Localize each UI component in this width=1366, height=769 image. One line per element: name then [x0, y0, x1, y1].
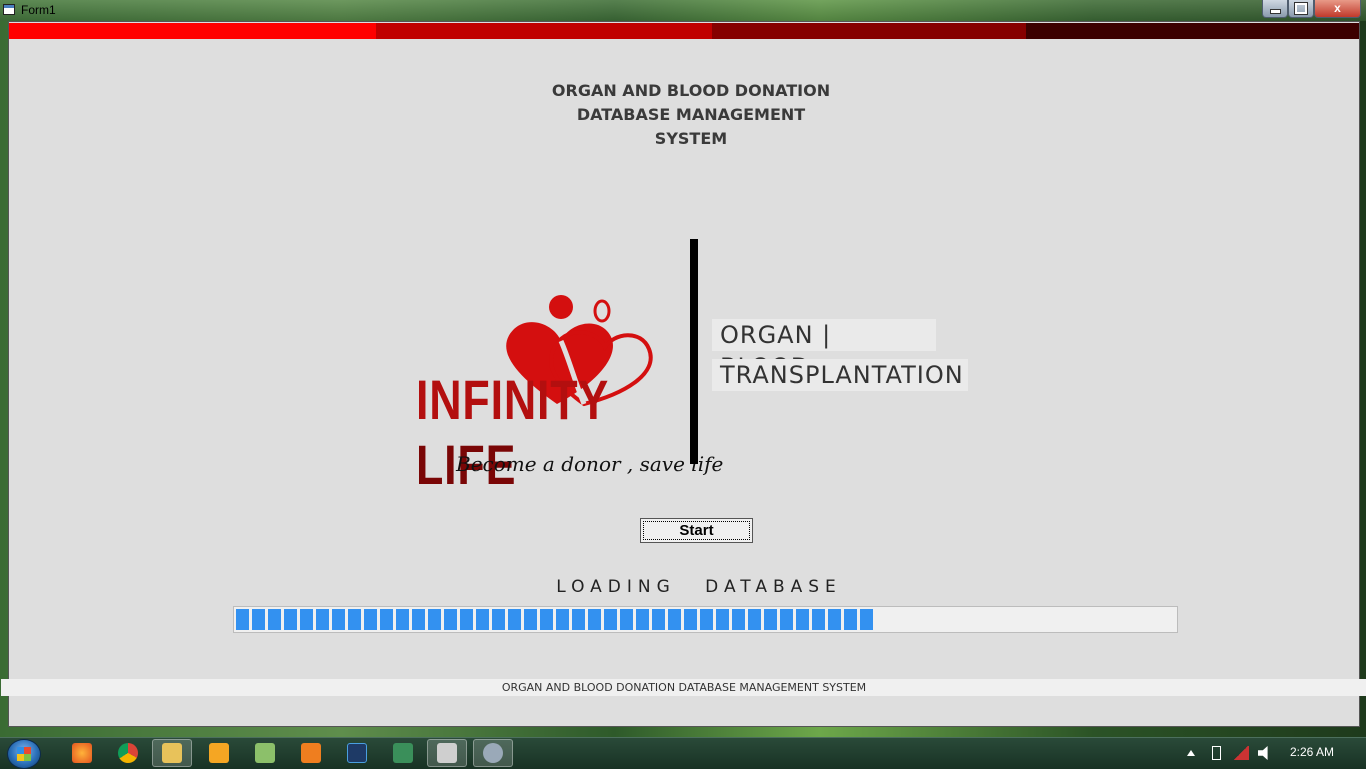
minimize-icon [1269, 9, 1281, 14]
progress-fill [236, 609, 876, 630]
color-bar [9, 23, 1359, 39]
close-icon: x [1334, 1, 1341, 15]
loading-label: LOADING DATABASE [556, 577, 842, 597]
chrome-icon[interactable] [118, 743, 138, 763]
minimize-button[interactable] [1262, 0, 1288, 18]
title-line-3: SYSTEM [654, 129, 728, 148]
photoshop-icon[interactable] [347, 743, 367, 763]
window-title: Form1 [21, 3, 56, 17]
windows-logo-icon [17, 747, 31, 761]
loading-progress-bar [233, 606, 1178, 633]
app-icon[interactable] [393, 743, 413, 763]
page-title: ORGAN AND BLOOD DONATION DATABASE MANAGE… [479, 79, 903, 151]
window-titlebar[interactable]: Form1 x [0, 0, 1366, 21]
color-bar-segment [9, 23, 376, 39]
transplantation-label: TRANSPLANTATION [712, 359, 968, 391]
brand-word-1: INFINITY [416, 368, 609, 431]
title-line-2: DATABASE MANAGEMENT [576, 105, 806, 124]
maximize-button[interactable] [1288, 0, 1314, 18]
sublime-icon[interactable] [301, 743, 321, 763]
taskbar [0, 737, 1366, 769]
network-icon[interactable] [1233, 746, 1249, 760]
brand-logo-text: INFINITY LIFE [416, 367, 624, 497]
start-button[interactable]: Start [640, 518, 753, 543]
show-hidden-icons-icon[interactable] [1187, 750, 1195, 756]
start-button-orb[interactable] [7, 739, 41, 769]
media-player-icon[interactable] [209, 743, 229, 763]
title-line-1: ORGAN AND BLOOD DONATION [551, 81, 831, 100]
window-icon[interactable] [3, 4, 15, 15]
status-strip: ORGAN AND BLOOD DONATION DATABASE MANAGE… [1, 679, 1366, 696]
maximize-icon [1294, 2, 1308, 15]
brand-tagline: Become a donor , save life [456, 452, 724, 476]
color-bar-segment [376, 23, 712, 39]
form-app-icon[interactable] [437, 743, 457, 763]
notepad-icon[interactable] [255, 743, 275, 763]
explorer-icon[interactable] [162, 743, 182, 763]
organ-blood-label: ORGAN | BLOOD [712, 319, 936, 381]
color-bar-segment [1026, 23, 1359, 39]
form-window: ORGAN AND BLOOD DONATION DATABASE MANAGE… [1, 21, 1366, 727]
vertical-divider [690, 239, 698, 464]
close-button[interactable]: x [1314, 0, 1361, 18]
color-bar-segment [712, 23, 1026, 39]
battery-icon[interactable] [1212, 746, 1221, 760]
clock[interactable]: 2:26 AM [1290, 745, 1334, 759]
firefox-icon[interactable] [72, 743, 92, 763]
paint-icon[interactable] [483, 743, 503, 763]
